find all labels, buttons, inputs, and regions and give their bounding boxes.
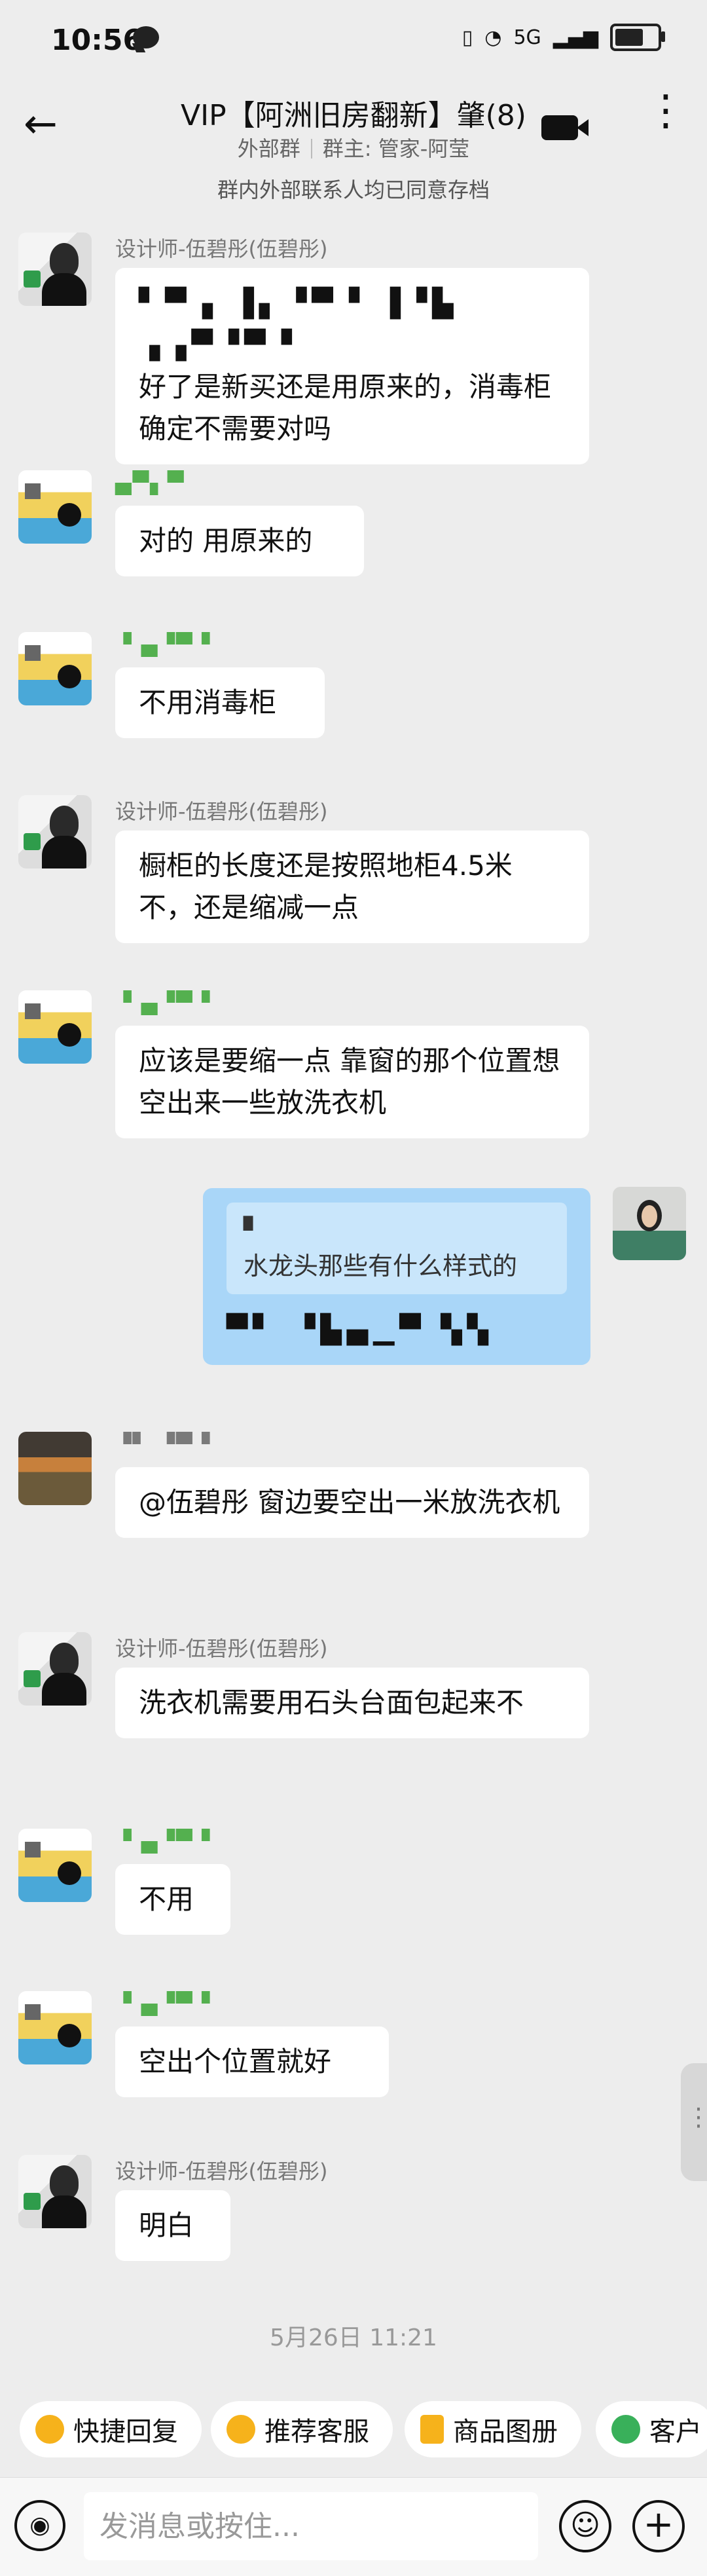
quoted-message[interactable]: ▘ 水龙头那些有什么样式的 [227,1203,567,1294]
message-text: 明白 [139,2209,194,2241]
blurred-text: ▀▘ ▝▙▄▁▀ ▚▚ [227,1313,494,1345]
product-catalog-label: 商品图册 [453,2417,558,2447]
blurred-text: ▘▀▗ ▐▖▝▀▝ ▐▝▙ ▗▗▀▝▀▝ [139,287,459,361]
message-text: 应该是要缩一点 靠窗的那个位置想空出来一些放洗衣机 [139,1045,560,1119]
avatar[interactable] [18,632,92,705]
message-notification-icon [133,26,159,48]
sender-name: ▝ ▄▝▀▝ [115,1991,211,2016]
chat-subtitle: 外部群 群主: 管家-阿莹 [0,132,707,162]
sender-name: 设计师-伍碧彤(伍碧彤) [115,2159,328,2184]
sender-name: 设计师-伍碧彤(伍碧彤) [115,799,328,824]
status-time: 10:56 [51,24,143,57]
quick-reply-button[interactable]: 快捷回复 [20,2401,202,2457]
avatar[interactable] [18,990,92,1064]
sender-name: ▝ ▄▝▀▝ [115,990,211,1015]
message-text: 不用消毒柜 [139,686,277,719]
message-bubble[interactable]: 不用 [115,1864,230,1935]
sender-name: 设计师-伍碧彤(伍碧彤) [115,236,328,261]
quick-reply-icon [35,2415,64,2444]
avatar[interactable] [18,233,92,306]
battery-icon [610,24,665,51]
customer-label: 客户 [649,2417,702,2447]
avatar[interactable] [18,1829,92,1902]
product-catalog-button[interactable]: 商品图册 [405,2401,581,2457]
message-text: 不用 [139,1883,194,1915]
group-type-label: 外部群 [237,136,300,161]
avatar[interactable] [18,470,92,544]
message-bubble[interactable]: 洗衣机需要用石头台面包起来不 [115,1668,589,1738]
signal-label: 5G [513,26,541,49]
avatar[interactable] [18,2155,92,2228]
group-owner-label: 群主: 管家-阿莹 [322,136,470,161]
message-text: @伍碧彤 窗边要空出一米放洗衣机 [139,1486,560,1518]
customer-button[interactable]: 客户 [596,2401,707,2457]
sender-name: ▄▀▖▀ [115,470,185,495]
status-icons: ▯ ◔ 5G ▂▄▆ [462,24,665,51]
message-bubble[interactable]: ▘▀▗ ▐▖▝▀▝ ▐▝▙ ▗▗▀▝▀▝ 好了是新买还是用原来的，消毒柜确定不需… [115,268,589,464]
message-bubble[interactable]: 不用消毒柜 [115,667,325,738]
catalog-icon [420,2415,444,2444]
message-bubble[interactable]: 应该是要缩一点 靠窗的那个位置想空出来一些放洗衣机 [115,1026,589,1138]
voice-input-icon[interactable]: ◉ [14,2500,65,2551]
avatar[interactable] [18,795,92,868]
message-text: 空出个位置就好 [139,2045,332,2078]
sender-name: 设计师-伍碧彤(伍碧彤) [115,1636,328,1661]
status-bar: 10:56 ▯ ◔ 5G ▂▄▆ [0,0,707,85]
signal-icon: ▂▄▆ [553,26,598,49]
message-bubble[interactable]: 对的 用原来的 [115,506,364,576]
message-text: 橱柜的长度还是按照地柜4.5米不，还是缩减一点 [139,849,513,924]
avatar[interactable] [18,1432,92,1505]
avatar[interactable] [613,1187,686,1260]
sender-name: ▝ ▄▝▀▝ [115,1829,211,1854]
avatar[interactable] [18,1991,92,2064]
vibrate-icon: ▯ [462,26,473,49]
quick-reply-label: 快捷回复 [73,2417,178,2447]
sender-name: ▝ ▄▝▀▝ [115,632,211,657]
message-bubble[interactable]: 空出个位置就好 [115,2026,389,2097]
plus-icon[interactable]: + [632,2500,685,2552]
chat-title: VIP【阿洲旧房翻新】肇(8) [181,99,526,132]
message-text: 洗衣机需要用石头台面包起来不 [139,1687,524,1719]
quoted-sender: ▘ [244,1216,263,1245]
wifi-icon: ◔ [484,26,502,49]
chat-header: ← VIP【阿洲旧房翻新】肇(8) 外部群 群主: 管家-阿莹 ⋮ [0,85,707,164]
side-drawer-handle[interactable] [681,2063,707,2181]
message-bubble[interactable]: @伍碧彤 窗边要空出一米放洗衣机 [115,1467,589,1538]
customer-icon [611,2415,640,2444]
quick-actions-bar: 快捷回复 推荐客服 商品图册 客户 [0,2379,707,2477]
message-bubble[interactable]: 橱柜的长度还是按照地柜4.5米不，还是缩减一点 [115,831,589,943]
message-bubble[interactable]: ▘ 水龙头那些有什么样式的 ▀▘ ▝▙▄▁▀ ▚▚ [203,1188,590,1365]
timestamp-divider: 5月26日 11:21 [270,2324,437,2351]
archive-notice: 群内外部联系人均已同意存档 [217,177,490,202]
emoji-icon[interactable]: ☺ [559,2500,611,2552]
quoted-text: 水龙头那些有什么样式的 [244,1252,518,1280]
message-text: 好了是新买还是用原来的，消毒柜确定不需要对吗 [139,371,552,445]
input-bar: ◉ ☺ + [0,2477,707,2576]
video-call-icon[interactable] [541,115,589,140]
avatar[interactable] [18,1632,92,1706]
recommend-service-label: 推荐客服 [264,2417,369,2447]
more-options-icon[interactable]: ⋮ [645,90,687,155]
message-input[interactable] [84,2492,538,2560]
service-icon [227,2415,255,2444]
message-bubble[interactable]: 明白 [115,2190,230,2261]
sender-name: ▝▘ ▝▀▝ [115,1432,211,1457]
message-text: 对的 用原来的 [139,525,313,557]
recommend-service-button[interactable]: 推荐客服 [211,2401,393,2457]
